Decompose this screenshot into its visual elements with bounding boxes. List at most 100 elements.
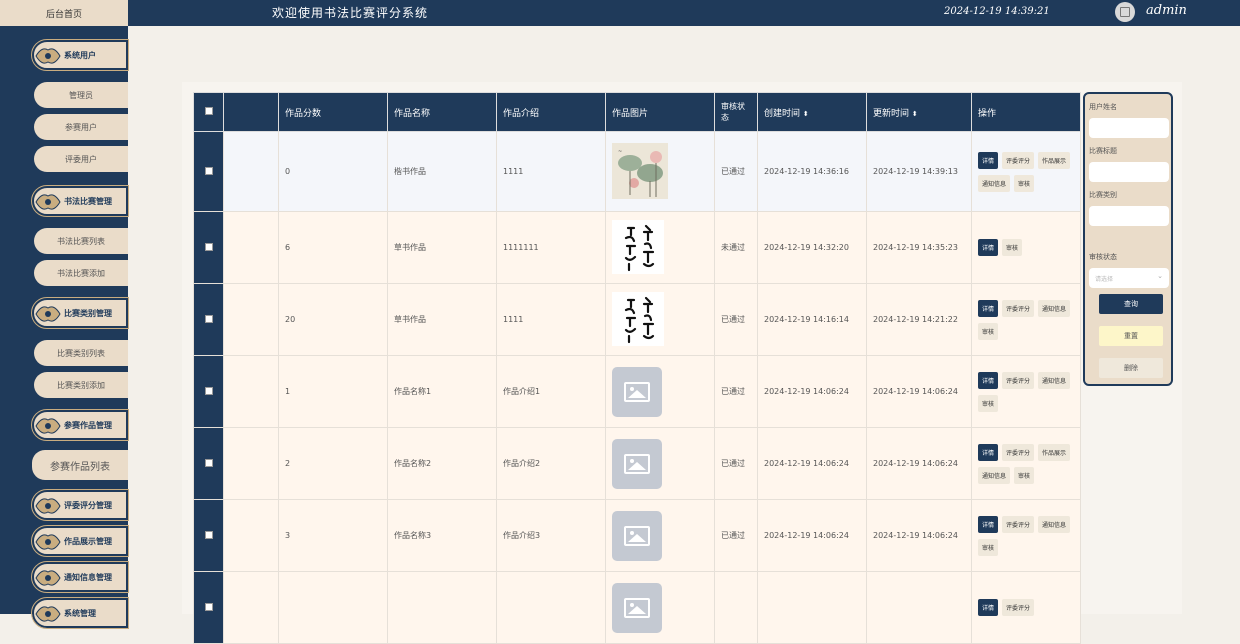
cell-created: 2024-12-19 14:06:24: [757, 427, 867, 500]
action-button[interactable]: 通知信息: [1038, 371, 1071, 389]
sidebar-item[interactable]: 参赛作品列表: [32, 450, 128, 480]
index-header: [223, 92, 279, 132]
action-button[interactable]: 通知信息: [1038, 515, 1071, 533]
action-button[interactable]: 审核: [1002, 239, 1023, 256]
action-button[interactable]: 审核: [978, 322, 999, 340]
action-button[interactable]: 详情: [978, 151, 999, 169]
row-actions: 详情 评委评分 通知信息审核: [978, 371, 1074, 412]
cell-image[interactable]: [605, 283, 715, 356]
action-button[interactable]: 通知信息: [978, 174, 1011, 192]
cell-name: 作品名称1: [387, 355, 497, 428]
action-button[interactable]: 评委评分: [1002, 371, 1035, 389]
action-button[interactable]: 详情: [978, 371, 999, 389]
sidebar-group[interactable]: 评委评分管理: [31, 489, 129, 521]
action-button[interactable]: 作品展示: [1038, 151, 1071, 169]
row-checkbox[interactable]: [193, 211, 224, 284]
table-row: 1 作品名称1 作品介绍1 已通过 2024-12-19 14:06:24 2024-12…: [193, 355, 1081, 428]
contest-category-input[interactable]: [1089, 206, 1169, 226]
image-placeholder: [612, 438, 662, 489]
row-index: [223, 131, 279, 212]
reset-button[interactable]: 重置: [1099, 326, 1163, 346]
cell-intro: 1111111: [496, 211, 606, 284]
cell-intro: 1111: [496, 131, 606, 212]
row-checkbox[interactable]: [193, 571, 224, 644]
sort-icon[interactable]: ⬍: [912, 110, 918, 118]
action-button[interactable]: 审核: [1014, 466, 1035, 484]
row-checkbox[interactable]: [193, 499, 224, 572]
sidebar-item[interactable]: 管理员: [34, 82, 128, 108]
cell-score: 0: [278, 131, 388, 212]
action-button[interactable]: 评委评分: [1002, 151, 1035, 169]
action-button[interactable]: 审核: [978, 394, 999, 412]
action-button[interactable]: 通知信息: [1038, 299, 1071, 317]
header-name: 作品名称: [387, 92, 497, 132]
sidebar-item[interactable]: 参赛用户: [34, 114, 128, 140]
row-actions: 详情 评委评分: [978, 599, 1074, 616]
table-row: 6 草书作品 1111111 未通过 2024-12-19 14:32:20 2024-1…: [193, 211, 1081, 284]
sidebar-group[interactable]: 比赛类别管理: [31, 297, 129, 329]
contest-title-input[interactable]: [1089, 162, 1169, 182]
filter-panel: 用户姓名 比赛标题 比赛类别 审核状态 请选择 ⌄ 查询 重置 删除: [1083, 92, 1173, 386]
sidebar-item[interactable]: 书法比赛列表: [34, 228, 128, 254]
image-icon: [1120, 7, 1130, 17]
row-checkbox[interactable]: [193, 355, 224, 428]
sidebar-item[interactable]: 比赛类别添加: [34, 372, 128, 398]
avatar[interactable]: [1115, 2, 1135, 22]
sidebar-group[interactable]: 书法比赛管理: [31, 185, 129, 217]
header-actions: 操作: [971, 92, 1081, 132]
table-row: 详情 评委评分: [193, 571, 1081, 644]
action-button[interactable]: 作品展示: [1038, 443, 1071, 461]
select-all-checkbox[interactable]: [193, 92, 224, 132]
sidebar-item[interactable]: 书法比赛添加: [34, 260, 128, 286]
sidebar-group[interactable]: 作品展示管理: [31, 525, 129, 557]
row-actions: 详情 评委评分 通知信息审核: [978, 299, 1074, 340]
cell-image[interactable]: [605, 499, 715, 572]
sidebar-item[interactable]: 比赛类别列表: [34, 340, 128, 366]
delete-button[interactable]: 删除: [1099, 358, 1163, 378]
row-checkbox[interactable]: [193, 283, 224, 356]
sidebar-group[interactable]: 参赛作品管理: [31, 409, 129, 441]
action-button[interactable]: 评委评分: [1002, 443, 1035, 461]
sort-icon[interactable]: ⬍: [803, 110, 809, 118]
cell-image[interactable]: [605, 355, 715, 428]
cell-name: 楷书作品: [387, 131, 497, 212]
cell-name: [387, 571, 497, 644]
user-name-input[interactable]: [1089, 118, 1169, 138]
header-updated[interactable]: 更新时间 ⬍: [866, 92, 972, 132]
chevron-down-icon: ⌄: [1157, 272, 1163, 280]
cell-actions: 详情 评委评分 作品展示通知信息 审核: [971, 427, 1081, 500]
row-checkbox[interactable]: [193, 131, 224, 212]
calligraphy-image: [612, 219, 664, 274]
action-button[interactable]: 审核: [1014, 174, 1035, 192]
cell-image[interactable]: [605, 427, 715, 500]
sidebar-item[interactable]: 评委用户: [34, 146, 128, 172]
cell-created: 2024-12-19 14:36:16: [757, 131, 867, 212]
home-tab[interactable]: 后台首页: [0, 0, 128, 26]
action-button[interactable]: 详情: [978, 443, 999, 461]
cell-image[interactable]: ~: [605, 131, 715, 212]
row-checkbox[interactable]: [193, 427, 224, 500]
action-button[interactable]: 评委评分: [1002, 299, 1035, 317]
header-created[interactable]: 创建时间 ⬍: [757, 92, 867, 132]
action-button[interactable]: 详情: [978, 515, 999, 533]
action-button[interactable]: 详情: [978, 299, 999, 317]
sidebar-group[interactable]: 通知信息管理: [31, 561, 129, 593]
cell-image[interactable]: [605, 211, 715, 284]
review-status-select[interactable]: 请选择 ⌄: [1089, 268, 1169, 288]
action-button[interactable]: 审核: [978, 538, 999, 556]
action-button[interactable]: 评委评分: [1002, 515, 1035, 533]
cell-image[interactable]: [605, 571, 715, 644]
username[interactable]: admin: [1146, 3, 1187, 18]
search-button[interactable]: 查询: [1099, 294, 1163, 314]
action-button[interactable]: 详情: [978, 239, 999, 256]
action-button[interactable]: 通知信息: [978, 466, 1011, 484]
action-button[interactable]: 详情: [978, 599, 999, 616]
cell-intro: 作品介绍2: [496, 427, 606, 500]
action-button[interactable]: 评委评分: [1002, 599, 1035, 616]
sidebar-group[interactable]: 系统用户: [31, 39, 129, 71]
ornament-icon: [35, 606, 61, 622]
cell-created: 2024-12-19 14:16:14: [757, 283, 867, 356]
sidebar-group[interactable]: 系统管理: [31, 597, 129, 629]
cell-intro: 作品介绍1: [496, 355, 606, 428]
row-actions: 详情 评委评分 作品展示通知信息 审核: [978, 443, 1074, 484]
